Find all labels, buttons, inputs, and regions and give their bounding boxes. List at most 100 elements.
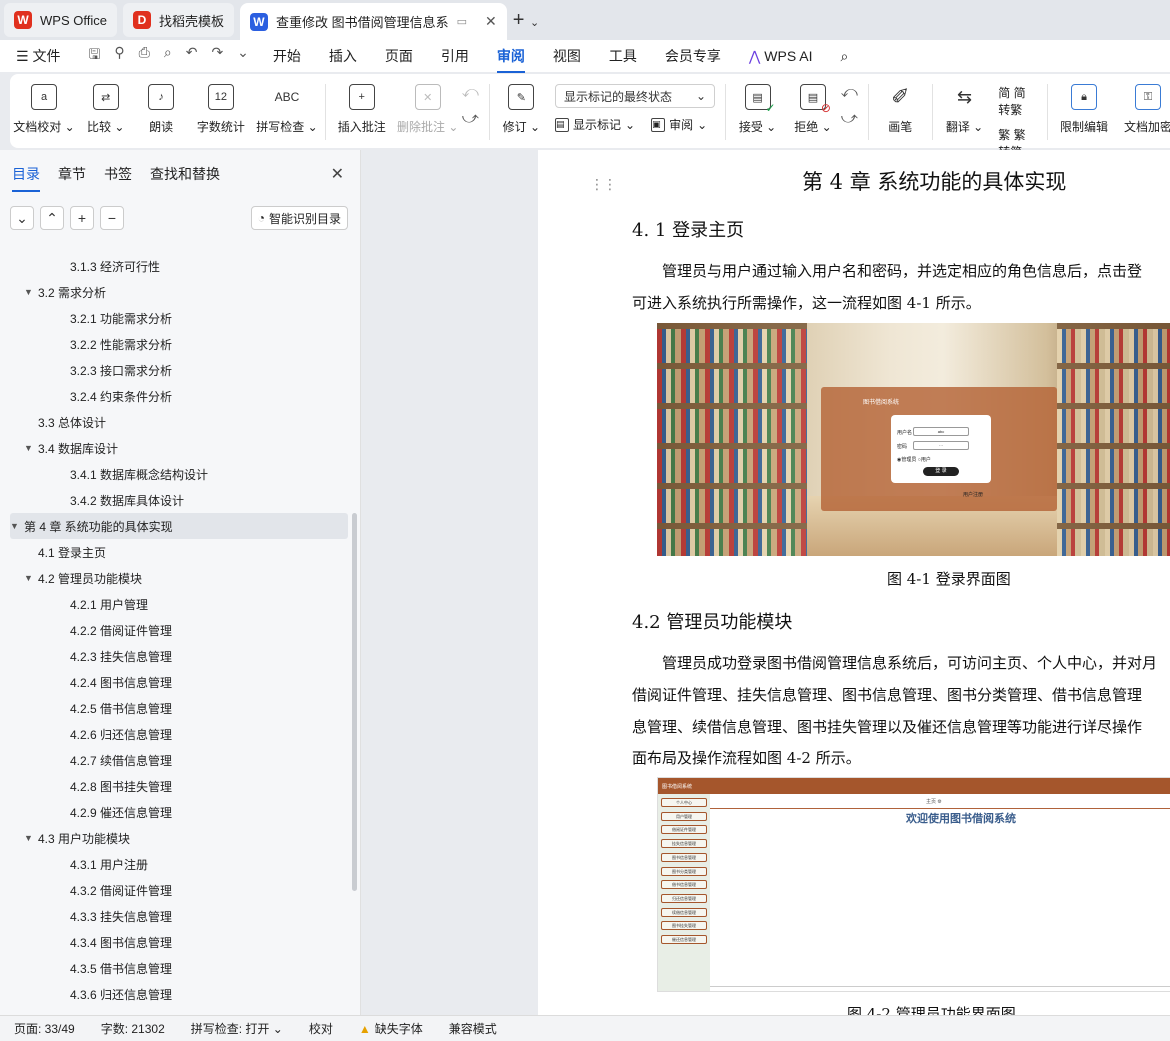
chevron-down-icon[interactable]: ⌄ [530,17,539,29]
restrict-edit-button[interactable]: 🔒︎ 限制编辑 [1060,84,1108,135]
toc-item[interactable]: 4.1 登录主页 [10,539,348,565]
toc-item[interactable]: 3.1.3 经济可行性 [10,253,348,279]
compare-button[interactable]: ⇄ 比较 ⌄ [86,84,125,135]
prev-comment-icon[interactable]: ⤺ [462,84,479,102]
search-icon[interactable]: ⌕ [841,48,849,65]
markup-mode-select[interactable]: 显示标记的最终状态 ⌄ [555,84,716,108]
smart-toc-button[interactable]: ◔ 智能识别目录 [250,206,348,230]
next-comment-icon[interactable]: ⤻ [462,110,479,128]
translate-button[interactable]: ⇆ 翻译 ⌄ [945,84,984,135]
expand-arrow-icon[interactable]: ▼ [24,573,38,583]
to-traditional-button[interactable]: 简 简转繁 [998,84,1037,118]
proof-status[interactable]: 校对 [309,1020,333,1037]
menu-review[interactable]: 审阅 [496,46,525,73]
save-icon[interactable]: 🖫 [88,44,100,68]
tab-find-replace[interactable]: 查找和替换 [150,164,220,192]
insert-comment-button[interactable]: + 插入批注 [338,84,386,135]
tab-docer[interactable]: D 找稻壳模板 [122,3,234,37]
toc-item[interactable]: 4.2.5 借书信息管理 [10,695,348,721]
tab-toc[interactable]: 目录 [12,164,40,192]
remove-icon[interactable]: − [100,206,124,230]
delete-comment-button[interactable]: ✕ 删除批注 ⌄ [397,84,458,135]
menu-page[interactable]: 页面 [385,46,413,66]
word-count-button[interactable]: 12 字数统计 [197,84,245,135]
new-tab-button[interactable]: + ⌄ [507,9,545,32]
toc-item[interactable]: 4.3.5 借书信息管理 [10,955,348,981]
close-icon[interactable]: ✕ [485,13,497,30]
toc-item[interactable]: ▼ 3.2 需求分析 [10,279,348,305]
print-icon[interactable]: ⎙ [139,44,150,68]
toc-item[interactable]: 3.3 总体设计 [10,409,348,435]
toc-item[interactable]: 3.4.1 数据库概念结构设计 [10,461,348,487]
tab-chapters[interactable]: 章节 [58,164,86,192]
toc-item[interactable]: 4.3.1 用户注册 [10,851,348,877]
chevron-down-icon[interactable]: ⌄ [237,44,249,68]
word-count[interactable]: 字数: 21302 [101,1020,165,1037]
page-indicator[interactable]: 页面: 33/49 [14,1020,75,1037]
add-icon[interactable]: + [70,206,94,230]
toc-item[interactable]: 3.2.3 接口需求分析 [10,357,348,383]
redo-icon[interactable]: ↷ [211,44,223,68]
file-menu[interactable]: ☰ 文件 [16,46,60,66]
review-pane-button[interactable]: ▣ 审阅 ⌄ [651,116,707,133]
expand-arrow-icon[interactable]: ▼ [10,521,24,531]
undo-icon[interactable]: ↶ [186,44,198,68]
toc-item[interactable]: 4.3.4 图书信息管理 [10,929,348,955]
toc-item[interactable]: 4.2.7 续借信息管理 [10,747,348,773]
menu-tools[interactable]: 工具 [609,46,637,66]
tab-bookmarks[interactable]: 书签 [104,164,132,192]
toc-item[interactable]: 4.3.6 归还信息管理 [10,981,348,1007]
close-icon[interactable]: ✕ [331,164,344,184]
wps-ai-button[interactable]: ⋀ WPS AI [749,48,813,65]
next-change-icon[interactable]: ⤻ [841,110,858,128]
pen-button[interactable]: ✐ 画笔 [881,84,920,135]
prev-change-icon[interactable]: ⤺ [841,84,858,102]
expand-arrow-icon[interactable]: ▼ [24,833,38,843]
collapse-icon[interactable]: ⌃ [40,206,64,230]
toc-item[interactable]: ▼ 4.3 用户功能模块 [10,825,348,851]
doc-proof-button[interactable]: a 文档校对 ⌄ [13,84,75,135]
toc-item[interactable]: 4.2.6 归还信息管理 [10,721,348,747]
toc-item[interactable]: 4.2.1 用户管理 [10,591,348,617]
share-icon[interactable]: ⚲ [114,44,124,68]
toc-item[interactable]: 4.3.2 借阅证件管理 [10,877,348,903]
toc-item[interactable]: 4.2.9 催还信息管理 [10,799,348,825]
toc-item-label: 4.2.4 图书信息管理 [70,675,173,690]
show-markup-button[interactable]: ▤ 显示标记 ⌄ [555,116,635,133]
spell-check-status[interactable]: 拼写检查: 打开 ⌄ [191,1020,283,1037]
expand-arrow-icon[interactable]: ▼ [24,443,38,453]
toc-item[interactable]: 3.2.2 性能需求分析 [10,331,348,357]
accept-button[interactable]: ▤接受 ⌄ [738,84,777,135]
menu-view[interactable]: 视图 [553,46,581,66]
toc-item[interactable]: 3.4.2 数据库具体设计 [10,487,348,513]
admin-menu-item: 用户管理 [661,811,707,821]
toc-item[interactable]: 4.2.8 图书挂失管理 [10,773,348,799]
spell-check-button[interactable]: ABC 拼写检查 ⌄ [256,84,317,135]
toc-item[interactable]: 3.2.1 功能需求分析 [10,305,348,331]
tab-document[interactable]: W 查重修改 图书借阅管理信息系 ▭ ✕ [239,3,507,40]
tab-wps-office[interactable]: W WPS Office [4,3,117,37]
drag-handle-icon[interactable]: ⋮⋮ [590,176,617,193]
encrypt-button[interactable]: ⚿ 文档加密 [1124,84,1170,135]
toc-item[interactable]: 4.2.3 挂失信息管理 [10,643,348,669]
toc-item[interactable]: 4.3.3 挂失信息管理 [10,903,348,929]
missing-font-status[interactable]: ▲ 缺失字体 [359,1020,423,1037]
print-preview-icon[interactable]: ⌕ [164,44,172,68]
panel-scrollbar[interactable] [352,513,357,891]
menu-start[interactable]: 开始 [273,46,301,66]
expand-icon[interactable]: ⌄ [10,206,34,230]
expand-arrow-icon[interactable]: ▼ [24,287,38,297]
toc-item[interactable]: 4.2.2 借阅证件管理 [10,617,348,643]
toc-item[interactable]: 4.2.4 图书信息管理 [10,669,348,695]
track-changes-button[interactable]: ✎ 修订 ⌄ [502,84,541,135]
toc-item[interactable]: 3.2.4 约束条件分析 [10,383,348,409]
toc-item[interactable]: ▼ 第 4 章 系统功能的具体实现 [10,513,348,539]
menu-reference[interactable]: 引用 [441,46,469,66]
reject-button[interactable]: ▤拒绝 ⌄ [793,84,832,135]
read-aloud-button[interactable]: ♪ 朗读 [141,84,180,135]
monitor-icon[interactable]: ▭ [457,15,467,28]
menu-insert[interactable]: 插入 [329,46,357,66]
toc-item[interactable]: ▼ 3.4 数据库设计 [10,435,348,461]
menu-member[interactable]: 会员专享 [665,46,721,66]
toc-item[interactable]: ▼ 4.2 管理员功能模块 [10,565,348,591]
